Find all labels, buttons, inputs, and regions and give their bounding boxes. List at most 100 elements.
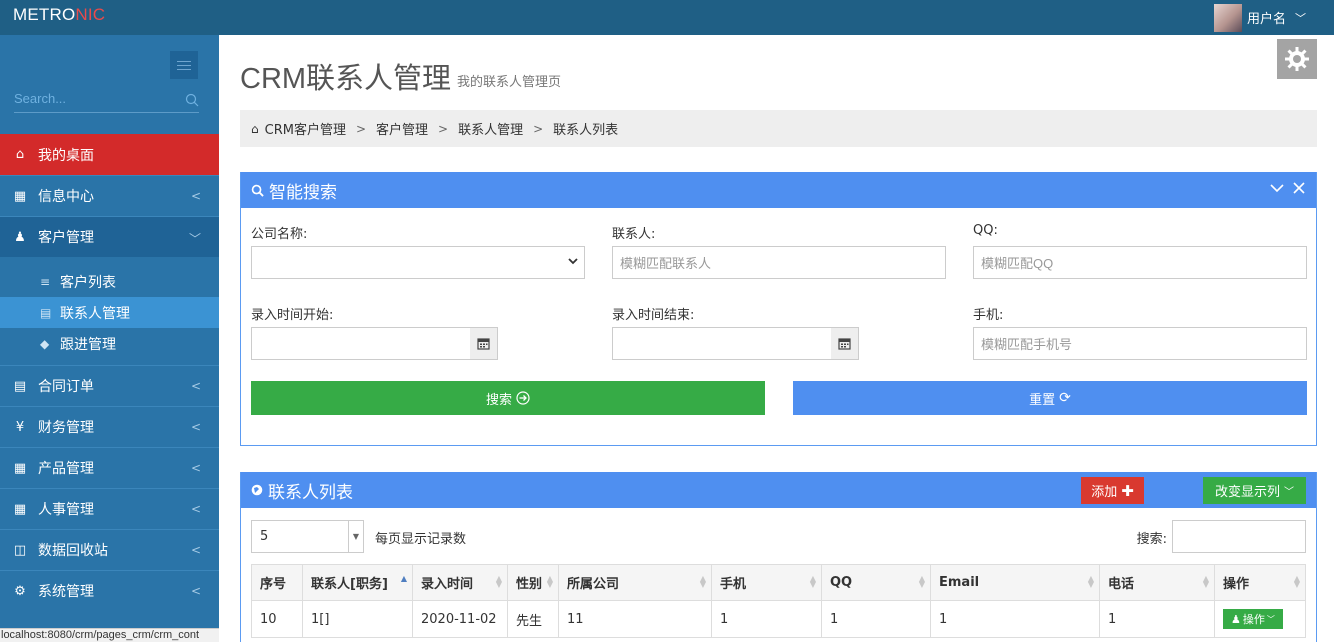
reset-button[interactable]: 重置 ⟳ — [793, 381, 1307, 415]
list-panel-header: 联系人列表 添加 ✚ 改变显示列 ﹀ — [241, 472, 1316, 508]
column-header-qq[interactable]: QQ ▲ ▼ — [821, 564, 931, 601]
qq-input[interactable]: 模糊匹配QQ — [973, 246, 1307, 279]
globe-icon — [251, 484, 263, 496]
user-menu[interactable]: 用户名 ﹀ — [1213, 0, 1306, 35]
company-select[interactable] — [251, 246, 585, 279]
collapse-icon[interactable] — [1270, 181, 1284, 195]
contact-list-panel: 联系人列表 添加 ✚ 改变显示列 ﹀ 5 ▼ 每页显示记录数 搜索: 序号 联系… — [240, 472, 1317, 642]
column-header-entry-time[interactable]: 录入时间 ▲ ▼ — [412, 564, 508, 601]
search-panel-title: 智能搜索 — [269, 182, 337, 203]
chevron-down-icon: ﹀ — [1284, 487, 1294, 498]
gear-icon — [1285, 47, 1309, 71]
user-icon: ♟ — [1231, 612, 1241, 626]
table-cell: 1 — [930, 600, 1100, 638]
avatar[interactable] — [1213, 3, 1242, 32]
sort-icon: ▲ ▼ — [1087, 574, 1094, 589]
arrow-circle-right-icon — [516, 391, 530, 405]
table-cell: 1 — [821, 600, 931, 638]
sidebar-item-hr[interactable]: ▦ 人事管理 < — [0, 488, 219, 529]
breadcrumb-item[interactable]: 客户管理 — [376, 119, 428, 138]
phone-label: 手机: — [973, 308, 1004, 323]
sidebar-item-finance[interactable]: ¥ 财务管理 < — [0, 406, 219, 447]
table-header-row: 序号 联系人[职务] ▲ 录入时间 ▲ ▼ 性别 ▲ ▼ 所属公司 ▲ ▼ 手机 ▲ ▼ QQ ▲ ▼… — [251, 564, 1306, 601]
breadcrumb-item[interactable]: 联系人管理 — [458, 119, 523, 138]
end-time-input[interactable] — [612, 327, 832, 360]
sort-icon: ▲ ▼ — [546, 574, 553, 589]
chevron-left-icon: < — [190, 461, 201, 475]
settings-button[interactable] — [1277, 39, 1317, 79]
chevron-left-icon: < — [190, 502, 201, 516]
page-size-select[interactable]: 5 ▼ — [251, 520, 364, 553]
sidebar-item-contracts[interactable]: ▤ 合同订单 < — [0, 365, 219, 406]
column-header-index[interactable]: 序号 — [251, 564, 303, 601]
end-time-label: 录入时间结束: — [612, 308, 695, 323]
sidebar-toggle-button[interactable] — [170, 51, 198, 79]
table-cell: 1 — [711, 600, 822, 638]
sidebar-subitem-customer-list[interactable]: ≡ 客户列表 — [0, 266, 219, 297]
table-cell: 1[] — [302, 600, 413, 638]
sort-asc-icon: ▲ — [400, 574, 407, 583]
chevron-right-icon: > — [533, 121, 544, 136]
search-icon[interactable] — [185, 93, 199, 107]
column-header-company[interactable]: 所属公司 ▲ ▼ — [558, 564, 712, 601]
start-time-input[interactable] — [251, 327, 471, 360]
table-cell: 先生 — [507, 600, 559, 638]
column-header-contact[interactable]: 联系人[职务] ▲ — [302, 564, 413, 601]
column-header-email[interactable]: Email ▲ ▼ — [930, 564, 1100, 601]
diamond-icon: ◆ — [40, 336, 50, 351]
sidebar-item-customer-management[interactable]: ♟ 客户管理 ﹀ — [0, 216, 219, 257]
sort-icon: ▲ ▼ — [1293, 574, 1300, 589]
company-label: 公司名称: — [251, 227, 308, 242]
search-panel-header: 智能搜索 — [241, 172, 1316, 208]
table-cell: 11 — [558, 600, 712, 638]
sidebar-item-recycle-bin[interactable]: ◫ 数据回收站 < — [0, 529, 219, 570]
table-cell: 1 — [1099, 600, 1215, 638]
breadcrumb-item[interactable]: CRM客户管理 — [265, 119, 346, 138]
chevron-down-icon: ﹀ — [1266, 614, 1275, 624]
plus-icon: ✚ — [1121, 481, 1134, 500]
column-header-mobile[interactable]: 手机 ▲ ▼ — [711, 564, 822, 601]
username[interactable]: 用户名 — [1247, 8, 1286, 27]
sidebar-item-info-center[interactable]: ▦ 信息中心 < — [0, 175, 219, 216]
chevron-left-icon: < — [190, 189, 201, 203]
sort-icon: ▲ ▼ — [699, 574, 706, 589]
book-icon: ▤ — [13, 378, 27, 394]
calendar-icon — [838, 338, 851, 350]
search-button[interactable]: 搜索 — [251, 381, 765, 415]
trash-icon: ◫ — [13, 542, 27, 558]
chevron-down-icon[interactable]: ﹀ — [1295, 10, 1306, 26]
table-cell-actions: ♟ 操作 ﹀ — [1214, 600, 1306, 638]
change-columns-button[interactable]: 改变显示列 ﹀ — [1203, 477, 1306, 504]
add-button[interactable]: 添加 ✚ — [1081, 477, 1144, 504]
breadcrumb: ⌂ CRM客户管理 > 客户管理 > 联系人管理 > 联系人列表 — [240, 110, 1317, 147]
sidebar: ⌂ 我的桌面 ▦ 信息中心 < ♟ 客户管理 ﹀ ≡ 客户列表 ▤ 联系人管理 … — [0, 35, 236, 642]
grid-icon: ▦ — [13, 501, 27, 517]
layers-icon: ≡ — [40, 274, 51, 289]
calendar-icon — [477, 338, 490, 350]
chevron-down-icon — [568, 258, 578, 265]
phone-input[interactable]: 模糊匹配手机号 — [973, 327, 1307, 360]
close-icon[interactable] — [1292, 181, 1306, 195]
end-calendar-button[interactable] — [831, 327, 859, 360]
customer-submenu: ≡ 客户列表 ▤ 联系人管理 ◆ 跟进管理 — [0, 257, 219, 365]
sidebar-subitem-contacts[interactable]: ▤ 联系人管理 — [0, 297, 219, 328]
page-title: CRM联系人管理 — [240, 63, 452, 95]
sidebar-item-products[interactable]: ▦ 产品管理 < — [0, 447, 219, 488]
contact-input[interactable]: 模糊匹配联系人 — [612, 246, 946, 279]
start-calendar-button[interactable] — [470, 327, 498, 360]
grid-icon: ▦ — [13, 460, 27, 476]
refresh-icon: ⟳ — [1059, 390, 1071, 406]
sidebar-subitem-followup[interactable]: ◆ 跟进管理 — [0, 328, 219, 359]
sidebar-item-system[interactable]: ⚙ 系统管理 < — [0, 570, 219, 611]
table-search-input[interactable] — [1172, 520, 1306, 553]
sidebar-search-input[interactable] — [14, 91, 179, 106]
sidebar-item-desktop[interactable]: ⌂ 我的桌面 — [0, 134, 219, 175]
logo[interactable]: METRONIC — [13, 5, 105, 25]
breadcrumb-item[interactable]: 联系人列表 — [553, 119, 618, 138]
panel-tools — [1270, 181, 1306, 195]
row-action-button[interactable]: ♟ 操作 ﹀ — [1223, 609, 1283, 629]
column-header-actions[interactable]: 操作 ▲ ▼ — [1214, 564, 1306, 601]
column-header-phone[interactable]: 电话 ▲ ▼ — [1099, 564, 1215, 601]
list-panel-title: 联系人列表 — [268, 482, 353, 503]
column-header-gender[interactable]: 性别 ▲ ▼ — [507, 564, 559, 601]
